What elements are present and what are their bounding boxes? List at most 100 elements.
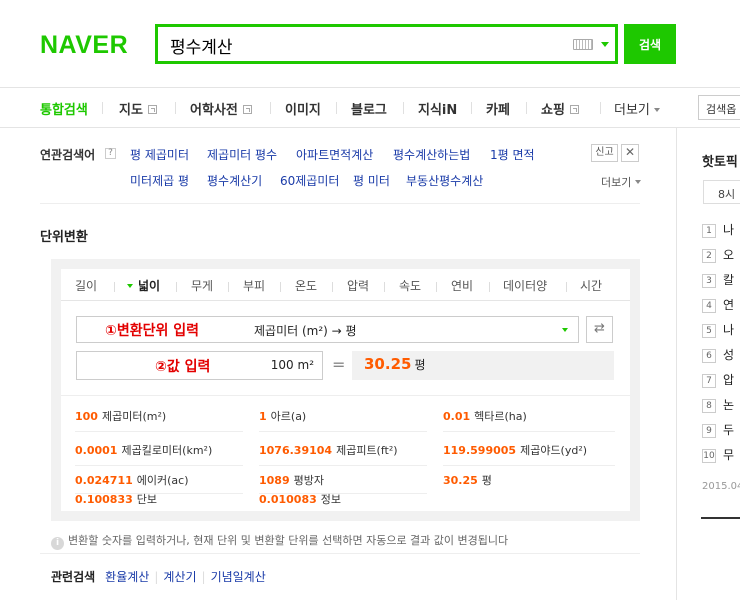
bottom-related-link[interactable]: 환율계산	[105, 570, 149, 584]
rank-number: 5	[702, 324, 716, 338]
tab-time[interactable]: 시간	[580, 277, 602, 294]
rank-item[interactable]: 3칼	[702, 271, 734, 288]
tab-more[interactable]: 더보기	[614, 99, 660, 118]
report-button[interactable]: 신고	[591, 144, 618, 162]
rank-item[interactable]: 1나	[702, 221, 734, 238]
autocomplete-toggle-icon[interactable]	[601, 42, 609, 47]
tab-pressure[interactable]: 압력	[347, 277, 369, 294]
bottom-related-link[interactable]: 기념일계산	[211, 570, 266, 584]
divider	[114, 282, 115, 292]
more-label: 더보기	[601, 176, 632, 189]
converter-section-title: 단위변환	[40, 230, 88, 245]
rank-number: 8	[702, 399, 716, 413]
related-link[interactable]: 60제곱미터	[280, 172, 339, 189]
tab-label: 어학사전	[190, 103, 238, 118]
result-cell: 30.25 평	[443, 472, 492, 488]
rank-keyword: 칼	[723, 273, 735, 287]
related-link[interactable]: 제곱미터 평수	[207, 146, 277, 163]
tab-temperature[interactable]: 온도	[295, 277, 317, 294]
value-text: 100 m²	[271, 358, 314, 372]
related-more-button[interactable]: 더보기	[601, 174, 642, 190]
divider	[489, 282, 490, 292]
rank-item[interactable]: 8논	[702, 396, 734, 413]
tab-label: 지도	[119, 103, 143, 118]
keyboard-icon[interactable]	[573, 39, 593, 50]
related-link[interactable]: 부동산평수계산	[406, 172, 483, 189]
tab-image[interactable]: 이미지	[285, 99, 321, 118]
rank-number: 3	[702, 274, 716, 288]
rank-keyword: 무	[723, 448, 735, 462]
equals-sign: =	[332, 355, 346, 374]
close-icon[interactable]: ✕	[621, 144, 639, 162]
divider	[526, 102, 527, 114]
naver-logo[interactable]: NAVER	[40, 31, 128, 60]
rank-item[interactable]: 2오	[702, 246, 734, 263]
related-link[interactable]: 미터제곱 평	[130, 172, 189, 189]
rank-item[interactable]: 6성	[702, 346, 734, 363]
result-value: 30.25 평	[364, 355, 426, 373]
rank-item[interactable]: 7압	[702, 371, 734, 388]
tab-label: 쇼핑	[541, 103, 565, 118]
tab-volume[interactable]: 부피	[243, 277, 265, 294]
cell-value: 0.024711	[75, 474, 133, 487]
tab-integrated[interactable]: 통합검색	[40, 99, 88, 118]
cell-unit: 평	[481, 474, 492, 487]
result-unit: 평	[414, 358, 426, 372]
tab-label: 이미지	[285, 103, 321, 118]
help-icon[interactable]: ?	[105, 148, 116, 159]
swap-units-button[interactable]: ⇄	[586, 316, 613, 343]
rank-number: 10	[702, 449, 716, 463]
annotation-value: ②값 입력	[155, 359, 211, 375]
related-link[interactable]: 1평 면적	[490, 146, 535, 163]
divider	[40, 553, 640, 554]
tab-shopping[interactable]: 쇼핑	[541, 99, 579, 118]
tab-length[interactable]: 길이	[75, 277, 97, 294]
info-icon: i	[51, 537, 64, 550]
rank-item[interactable]: 5나	[702, 321, 734, 338]
divider	[75, 465, 243, 466]
tab-speed[interactable]: 속도	[399, 277, 421, 294]
chevron-down-icon	[653, 108, 660, 112]
divider	[228, 282, 229, 292]
tab-label: 넓이	[138, 279, 161, 293]
tab-kin[interactable]: 지식iN	[418, 99, 457, 118]
rank-item[interactable]: 4연	[702, 296, 734, 313]
selected-indicator-icon	[127, 284, 133, 288]
tab-label: 더보기	[614, 103, 650, 118]
search-option-button[interactable]: 검색옵	[698, 95, 740, 120]
bottom-related-link[interactable]: 계산기	[163, 570, 196, 584]
related-link[interactable]: 평수계산하는법	[393, 146, 470, 163]
rank-keyword: 나	[723, 223, 735, 237]
result-cell: 119.599005 제곱야드(yd²)	[443, 442, 587, 458]
tab-dictionary[interactable]: 어학사전	[190, 99, 252, 118]
related-link[interactable]: 평 제곱미터	[130, 146, 189, 163]
related-link[interactable]: 아파트면적계산	[296, 146, 373, 163]
tab-cafe[interactable]: 카페	[486, 99, 510, 118]
related-link[interactable]: 평수계산기	[207, 172, 262, 189]
tab-area[interactable]: 넓이	[127, 277, 160, 294]
search-button[interactable]: 검색	[624, 24, 676, 64]
cell-value: 119.599005	[443, 444, 517, 457]
tab-fuel[interactable]: 연비	[451, 277, 473, 294]
tab-map[interactable]: 지도	[119, 99, 157, 118]
divider	[270, 102, 271, 114]
rank-number: 9	[702, 424, 716, 438]
search-box[interactable]	[155, 24, 618, 64]
cell-unit: 에이커(ac)	[136, 474, 189, 487]
tab-weight[interactable]: 무게	[191, 277, 213, 294]
cell-unit: 제곱야드(yd²)	[520, 444, 588, 457]
hot-time-select[interactable]: 8시	[703, 180, 740, 204]
divider	[332, 282, 333, 292]
annotation-unit: ①변환단위 입력	[105, 323, 200, 339]
tab-data[interactable]: 데이터양	[503, 277, 547, 294]
result-cell: 1076.39104 제곱피트(ft²)	[259, 442, 398, 458]
tab-blog[interactable]: 블로그	[351, 99, 387, 118]
cell-unit: 정보	[320, 493, 342, 506]
rank-item[interactable]: 10 무	[702, 446, 734, 463]
divider	[280, 282, 281, 292]
rank-item[interactable]: 9두	[702, 421, 734, 438]
result-box: 30.25 평	[352, 351, 614, 380]
search-input[interactable]	[170, 32, 550, 58]
result-cell: 0.01 헥타르(ha)	[443, 408, 527, 424]
related-link[interactable]: 평 미터	[353, 172, 390, 189]
